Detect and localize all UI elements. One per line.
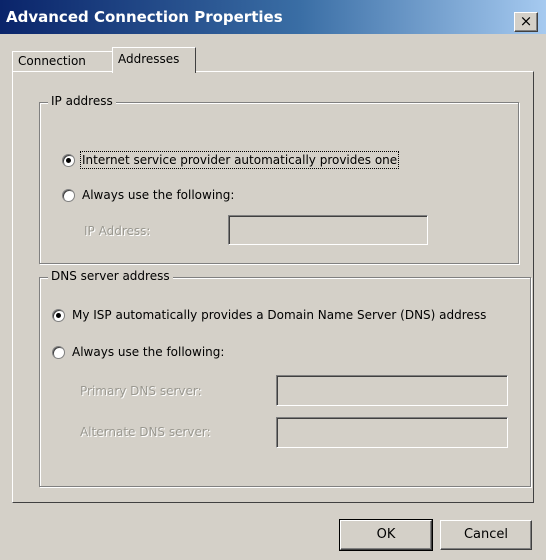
radio-dns-auto-label: My ISP automatically provides a Domain N… xyxy=(72,308,487,322)
primary-dns-input[interactable] xyxy=(276,375,508,406)
dns-server-group: DNS server address My ISP automatically … xyxy=(39,269,531,487)
tab-addresses[interactable]: Addresses xyxy=(112,47,196,73)
alternate-dns-label: Alternate DNS server: xyxy=(80,425,211,439)
radio-ip-manual[interactable]: Always use the following: xyxy=(62,188,234,202)
radio-ip-auto-label: Internet service provider automatically … xyxy=(79,151,400,169)
cancel-button-label: Cancel xyxy=(463,527,509,542)
radio-ip-auto[interactable]: Internet service provider automatically … xyxy=(62,151,400,169)
ip-address-legend: IP address xyxy=(48,94,116,108)
tab-label: Addresses xyxy=(118,52,180,66)
alternate-dns-input[interactable] xyxy=(276,417,508,448)
cancel-button[interactable]: Cancel xyxy=(440,520,532,550)
primary-dns-label: Primary DNS server: xyxy=(80,384,202,398)
radio-dns-auto[interactable]: My ISP automatically provides a Domain N… xyxy=(52,308,486,322)
radio-checked-icon[interactable] xyxy=(62,153,75,167)
dns-server-legend: DNS server address xyxy=(48,269,173,283)
radio-unchecked-icon[interactable] xyxy=(52,345,65,359)
ok-button-label: OK xyxy=(376,527,396,542)
radio-dns-manual-label: Always use the following: xyxy=(72,345,225,359)
ip-address-group: IP address Internet service provider aut… xyxy=(39,94,519,264)
window-title: Advanced Connection Properties xyxy=(6,8,283,26)
radio-ip-manual-label: Always use the following: xyxy=(82,188,235,202)
tab-connection[interactable]: Connection xyxy=(12,51,114,72)
title-bar: Advanced Connection Properties × xyxy=(0,0,546,34)
ok-button[interactable]: OK xyxy=(339,519,433,551)
radio-unchecked-icon[interactable] xyxy=(62,188,75,202)
tab-panel-addresses: IP address Internet service provider aut… xyxy=(12,71,534,503)
close-button[interactable]: × xyxy=(514,12,538,32)
tab-label: Connection xyxy=(18,54,86,68)
ip-address-input[interactable] xyxy=(228,215,428,245)
radio-dns-manual[interactable]: Always use the following: xyxy=(52,345,224,359)
ip-address-label: IP Address: xyxy=(84,224,151,238)
radio-checked-icon[interactable] xyxy=(52,308,65,322)
close-icon: × xyxy=(519,12,533,30)
